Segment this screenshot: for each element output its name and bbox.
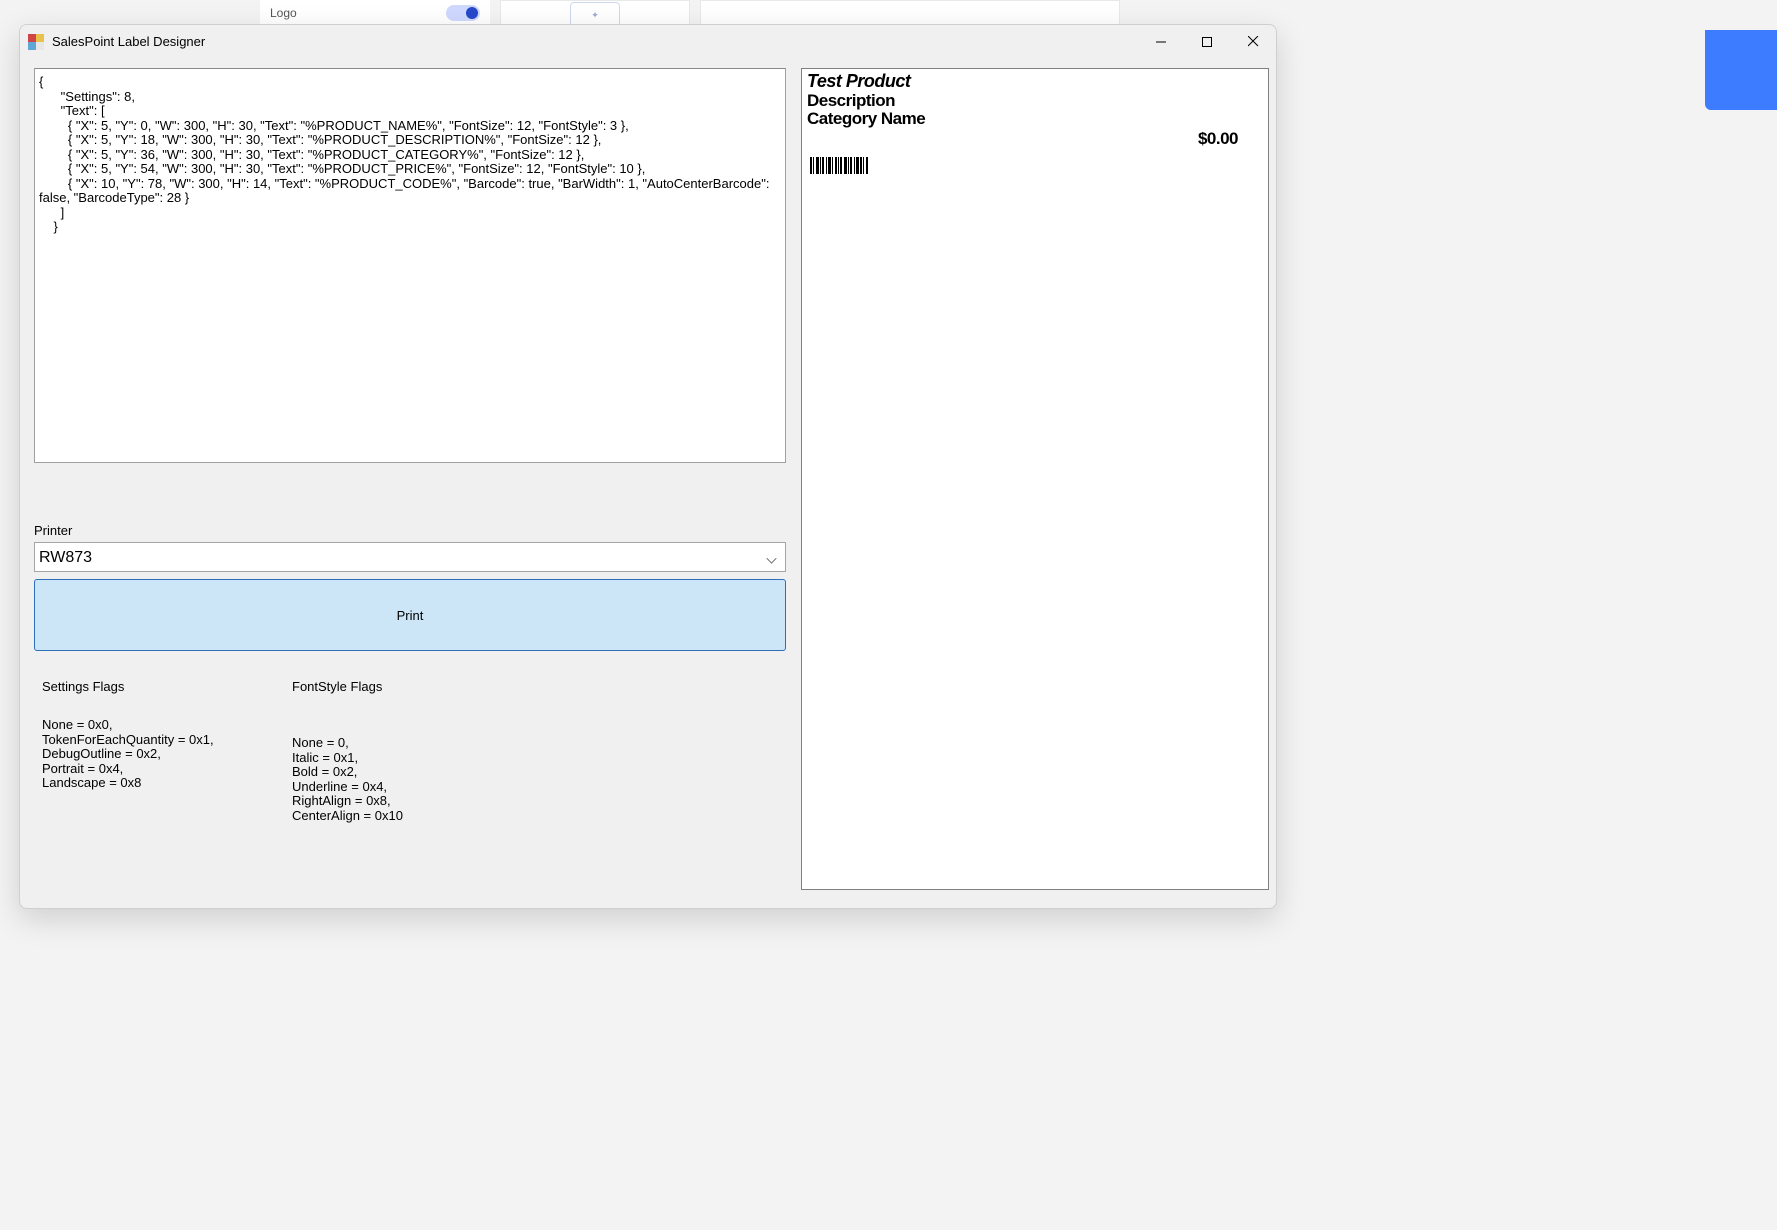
window-title: SalesPoint Label Designer [52,34,205,49]
bg-blue-accent [1705,30,1777,110]
fontstyle-flags-body: None = 0, Italic = 0x1, Bold = 0x2, Unde… [292,736,403,823]
maximize-button[interactable] [1184,25,1230,58]
titlebar[interactable]: SalesPoint Label Designer [20,25,1276,58]
printer-label: Printer [34,523,789,538]
app-icon [28,34,44,50]
print-button[interactable]: Print [34,579,786,651]
preview-product-name: Test Product [807,71,910,92]
printer-select-wrap: RW873 [34,542,786,572]
minimize-icon [1156,37,1166,47]
settings-flags-header: Settings Flags [42,679,232,694]
printer-select[interactable]: RW873 [34,542,786,572]
bg-logo-toggle[interactable] [446,5,480,21]
preview-price: $0.00 [1198,129,1238,149]
label-designer-window: SalesPoint Label Designer Printer RW873 … [19,24,1277,909]
label-preview: Test Product Description Category Name $… [801,68,1269,890]
bg-right-panel [700,0,1120,26]
minimize-button[interactable] [1138,25,1184,58]
preview-barcode [810,157,868,174]
settings-flags-body: None = 0x0, TokenForEachQuantity = 0x1, … [42,718,232,791]
fontstyle-flags-header: FontStyle Flags [292,679,403,694]
preview-category: Category Name [807,109,925,129]
bg-logo-row: Logo [260,0,490,26]
bg-logo-label: Logo [270,6,297,20]
close-button[interactable] [1230,25,1276,58]
close-icon [1248,36,1259,47]
preview-description: Description [807,91,895,111]
maximize-icon [1202,37,1212,47]
label-code-editor[interactable] [34,68,786,463]
